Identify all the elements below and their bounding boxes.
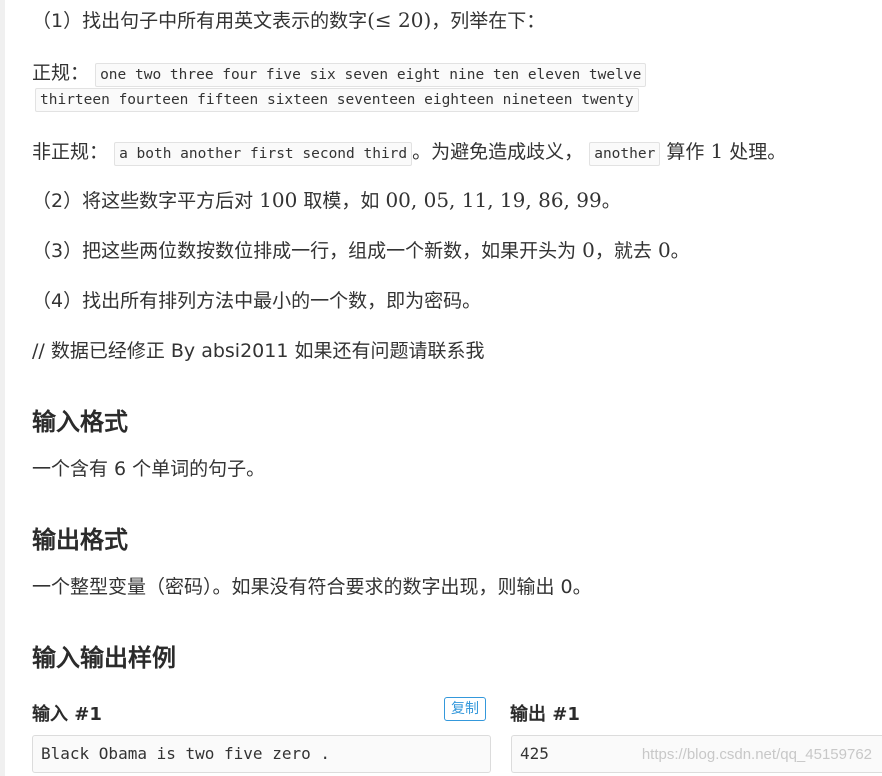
regular-row-2: thirteen fourteen fifteen sixteen sevent… — [35, 88, 639, 112]
input-sample-box[interactable]: Black Obama is two five zero . — [32, 735, 491, 773]
watermark: https://blog.csdn.net/qq_45159762 — [641, 746, 872, 763]
regular-row: 正规： one two three four five six seven ei… — [32, 58, 647, 87]
step1-math: (≤ 20) — [367, 8, 432, 32]
step3-zero2: 0 — [657, 238, 671, 262]
another-code: another — [589, 142, 661, 166]
regular-label: 正规： — [32, 62, 90, 84]
copy-button[interactable]: 复制 — [444, 697, 486, 721]
samples-heading: 输入输出样例 — [32, 644, 176, 672]
step1-prefix: （1）找出句子中所有用英文表示的数字 — [32, 10, 368, 32]
output-format-heading: 输出格式 — [32, 526, 128, 554]
step2-end: 。 — [601, 190, 621, 212]
step2-line: （2）将这些数字平方后对 100 取模，如 00, 05, 11, 19, 86… — [32, 186, 621, 213]
step3-end: 。 — [670, 240, 690, 262]
input-sample-label: 输入 #1 — [32, 704, 102, 725]
step2-examples: 00, 05, 11, 19, 86, 99 — [385, 188, 602, 212]
step2-prefix: （2）将这些数字平方后对 — [32, 190, 254, 212]
note-line: // 数据已经修正 By absi2011 如果还有问题请联系我 — [32, 340, 485, 362]
step1-suffix: ，列举在下： — [431, 10, 546, 32]
step4-line: （4）找出所有排列方法中最小的一个数，即为密码。 — [32, 290, 482, 312]
input-format-heading: 输入格式 — [32, 408, 128, 436]
irregular-tail-num: 1 — [710, 139, 724, 163]
step1-line: （1）找出句子中所有用英文表示的数字(≤ 20)，列举在下： — [32, 6, 545, 33]
regular-code-line1: one two three four five six seven eight … — [95, 63, 647, 87]
irregular-tail-pre: 算作 — [666, 141, 705, 163]
step3-mid: ，就去 — [594, 240, 652, 262]
irregular-tail-post: 处理。 — [729, 141, 787, 163]
regular-code-line2: thirteen fourteen fifteen sixteen sevent… — [35, 88, 639, 112]
step3-line: （3）把这些两位数按数位排成一行，组成一个新数，如果开头为 0，就去 0。 — [32, 236, 690, 263]
irregular-mid: 。为避免造成歧义， — [412, 141, 584, 163]
input-format-text: 一个含有 6 个单词的句子。 — [32, 458, 266, 480]
step2-num: 100 — [259, 188, 298, 212]
step2-mid: 取模，如 — [303, 190, 380, 212]
irregular-code: a both another first second third — [114, 142, 413, 166]
irregular-label: 非正规： — [32, 141, 109, 163]
step3-prefix: （3）把这些两位数按数位排成一行，组成一个新数，如果开头为 — [32, 240, 577, 262]
left-border — [0, 0, 5, 776]
output-format-text: 一个整型变量（密码）。如果没有符合要求的数字出现，则输出 0。 — [32, 576, 592, 598]
step3-zero1: 0 — [582, 238, 595, 262]
output-sample-label: 输出 #1 — [510, 704, 580, 725]
irregular-row: 非正规： a both another first second third 。为… — [32, 137, 786, 166]
